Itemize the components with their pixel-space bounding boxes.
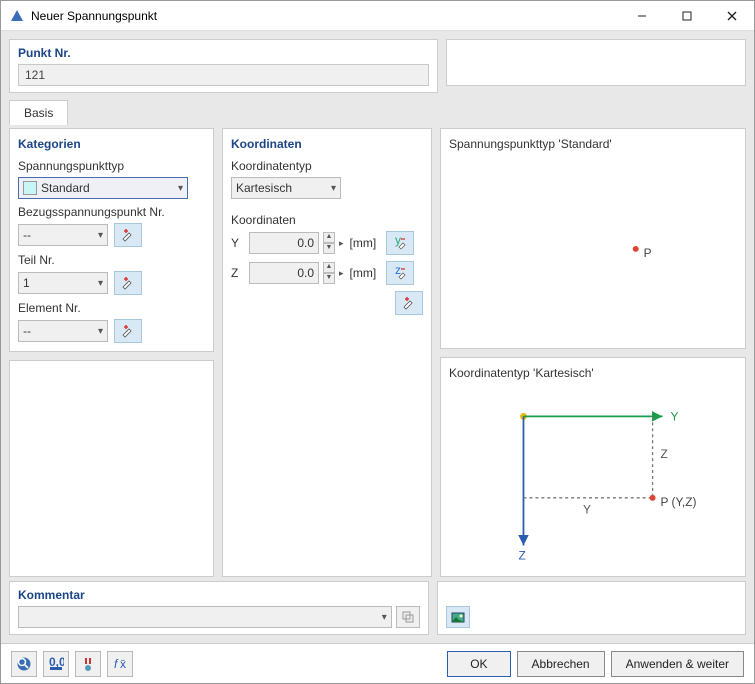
koordinaten-sublabel: Koordinaten	[231, 213, 423, 227]
formula-button[interactable]: fx̄	[107, 651, 133, 677]
y-pick-button[interactable]: y	[386, 231, 414, 255]
svg-text:f: f	[114, 657, 119, 671]
svg-text:Y: Y	[670, 409, 678, 423]
left-blank-panel	[9, 360, 214, 577]
koordinatentyp-label: Koordinatentyp	[231, 159, 423, 173]
z-label: Z	[231, 266, 245, 280]
y-spin-up[interactable]: ▲	[323, 232, 335, 243]
chevron-down-icon: ▾	[178, 183, 183, 194]
bezugspunkt-pick-button[interactable]	[114, 223, 142, 247]
kategorien-heading: Kategorien	[18, 137, 205, 151]
kategorien-group: Kategorien Spannungspunkttyp Standard ▾ …	[9, 128, 214, 352]
type-color-chip	[23, 181, 37, 195]
window-title: Neuer Spannungspunkt	[31, 9, 619, 23]
apply-button[interactable]: Anwenden & weiter	[611, 651, 744, 677]
y-unit: [mm]	[350, 236, 382, 250]
koordinatentyp-value: Kartesisch	[236, 181, 331, 195]
z-unit: [mm]	[350, 266, 382, 280]
maximize-button[interactable]	[664, 1, 709, 30]
preview1-title: Spannungspunkttyp 'Standard'	[449, 137, 737, 151]
close-button[interactable]	[709, 1, 754, 30]
svg-text:Z: Z	[661, 447, 668, 461]
teilnr-pick-button[interactable]	[114, 271, 142, 295]
z-pick-button[interactable]: z	[386, 261, 414, 285]
svg-text:x̄: x̄	[120, 657, 126, 671]
z-spin-up[interactable]: ▲	[323, 262, 335, 273]
units-button[interactable]: 0,00	[43, 651, 69, 677]
bezugspunkt-value: --	[23, 228, 98, 242]
kommentar-select[interactable]: ▾	[18, 606, 392, 628]
cancel-button[interactable]: Abbrechen	[517, 651, 605, 677]
spannungspunkttyp-select[interactable]: Standard ▾	[18, 177, 188, 199]
svg-text:Z: Z	[519, 548, 526, 561]
chevron-down-icon: ▾	[382, 612, 387, 623]
y-input[interactable]	[249, 232, 319, 254]
y-spin-down[interactable]: ▼	[323, 243, 335, 254]
preview-spannungspunkttyp: Spannungspunkttyp 'Standard' P	[440, 128, 746, 349]
y-label: Y	[231, 236, 245, 250]
teilnr-select[interactable]: 1 ▾	[18, 272, 108, 294]
elementnr-value: --	[23, 324, 98, 338]
image-tool-panel	[437, 581, 746, 635]
header-preview-blank	[446, 39, 746, 86]
punktnr-input[interactable]	[18, 64, 429, 86]
preview2-title: Koordinatentyp 'Kartesisch'	[449, 366, 737, 380]
kommentar-panel: Kommentar ▾	[9, 581, 429, 635]
svg-text:Y: Y	[583, 502, 591, 516]
z-stepper-icon[interactable]: ▸	[339, 268, 344, 279]
punktnr-panel: Punkt Nr.	[9, 39, 438, 93]
kommentar-copy-button[interactable]	[396, 606, 420, 628]
help-button[interactable]	[11, 651, 37, 677]
teilnr-label: Teil Nr.	[18, 253, 205, 267]
bezugspunkt-select[interactable]: -- ▾	[18, 224, 108, 246]
svg-text:y: y	[395, 236, 401, 247]
content-area: Punkt Nr. Basis Kategorien Spannungspunk…	[1, 31, 754, 643]
titlebar: Neuer Spannungspunkt	[1, 1, 754, 31]
chevron-down-icon: ▾	[331, 183, 336, 194]
preview-koordinatentyp: Koordinatentyp 'Kartesisch' Y Z	[440, 357, 746, 578]
chevron-down-icon: ▾	[98, 278, 103, 289]
chevron-down-icon: ▾	[98, 326, 103, 337]
preview1-svg: P	[449, 157, 737, 327]
ok-button[interactable]: OK	[447, 651, 510, 677]
preview1-p-label: P	[644, 246, 652, 260]
bezugspunkt-label: Bezugsspannungspunkt Nr.	[18, 205, 205, 219]
z-input[interactable]	[249, 262, 319, 284]
svg-text:z: z	[395, 266, 401, 277]
koordinaten-group: Koordinaten Koordinatentyp Kartesisch ▾ …	[222, 128, 432, 577]
tab-basis[interactable]: Basis	[9, 100, 68, 125]
coord-pick-button[interactable]	[395, 291, 423, 315]
footer: 0,00 fx̄ OK Abbrechen Anwenden & weiter	[1, 643, 754, 683]
dialog-window: Neuer Spannungspunkt Punkt Nr. Basis Kat…	[0, 0, 755, 684]
koordinatentyp-select[interactable]: Kartesisch ▾	[231, 177, 341, 199]
image-button[interactable]	[446, 606, 470, 628]
elementnr-label: Element Nr.	[18, 301, 205, 315]
chevron-down-icon: ▾	[98, 230, 103, 241]
svg-text:P (Y,Z): P (Y,Z)	[661, 494, 697, 508]
minimize-button[interactable]	[619, 1, 664, 30]
tab-row: Basis	[9, 99, 746, 124]
spannungspunkttyp-value: Standard	[41, 181, 178, 195]
z-spin-down[interactable]: ▼	[323, 273, 335, 284]
elementnr-select[interactable]: -- ▾	[18, 320, 108, 342]
spannungspunkttyp-label: Spannungspunkttyp	[18, 159, 205, 173]
preview2-svg: Y Z Z Y P (Y,Z)	[449, 386, 737, 561]
options-button[interactable]	[75, 651, 101, 677]
teilnr-value: 1	[23, 276, 98, 290]
koordinaten-heading: Koordinaten	[231, 137, 423, 151]
punktnr-label: Punkt Nr.	[18, 46, 429, 60]
app-icon	[9, 8, 25, 24]
elementnr-pick-button[interactable]	[114, 319, 142, 343]
y-stepper-icon[interactable]: ▸	[339, 238, 344, 249]
kommentar-heading: Kommentar	[18, 588, 420, 602]
